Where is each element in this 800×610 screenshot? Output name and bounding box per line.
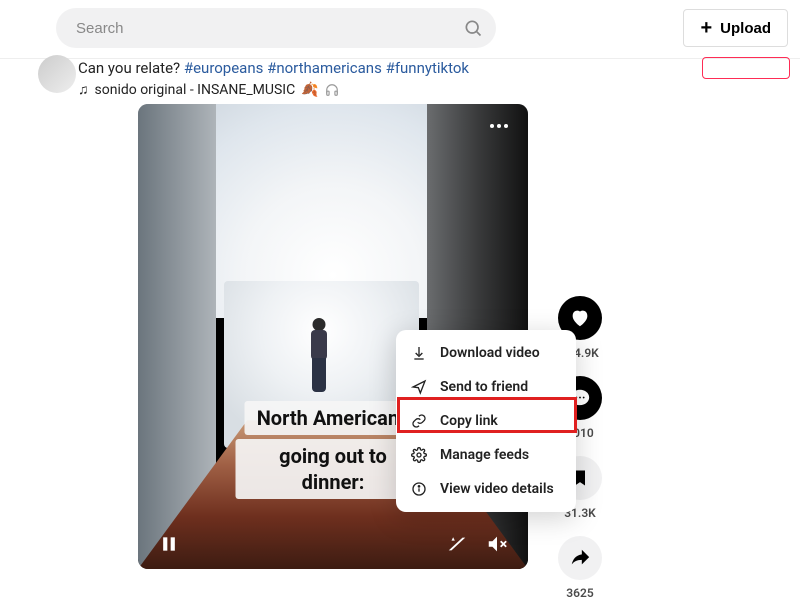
hashtag[interactable]: #europeans xyxy=(184,59,264,77)
share-count: 3625 xyxy=(566,586,593,600)
link-icon xyxy=(410,412,428,430)
post-header: Can you relate? #europeans #northamerica… xyxy=(78,59,620,98)
menu-item-copy-link[interactable]: Copy link xyxy=(396,404,576,438)
upload-button[interactable]: + Upload xyxy=(683,9,788,47)
pause-icon xyxy=(159,534,179,554)
search-button[interactable] xyxy=(456,11,490,45)
top-bar: + Upload xyxy=(0,0,800,59)
send-icon xyxy=(410,378,428,396)
share-icon xyxy=(569,547,591,569)
hashtag[interactable]: #funnytiktok xyxy=(386,59,469,77)
search-input[interactable] xyxy=(56,8,496,48)
music-line[interactable]: ♫ sonido original - INSANE_MUSIC 🍂 xyxy=(78,81,620,98)
avatar[interactable] xyxy=(38,55,76,93)
pause-button[interactable] xyxy=(156,531,182,557)
menu-item-download[interactable]: Download video xyxy=(396,336,576,370)
gear-icon xyxy=(410,446,428,464)
music-emoji: 🍂 xyxy=(301,82,318,98)
video-controls xyxy=(138,531,528,557)
search-wrap xyxy=(56,8,496,48)
menu-item-video-details[interactable]: View video details xyxy=(396,472,576,506)
more-options-button[interactable] xyxy=(484,116,514,136)
heart-icon xyxy=(569,307,591,329)
plus-icon: + xyxy=(700,18,712,38)
captions-off-button[interactable] xyxy=(444,531,470,557)
context-menu: Download video Send to friend Copy link … xyxy=(396,330,576,512)
menu-item-send[interactable]: Send to friend xyxy=(396,370,576,404)
info-icon xyxy=(410,480,428,498)
download-icon xyxy=(410,344,428,362)
follow-button[interactable] xyxy=(702,57,790,79)
search-icon xyxy=(463,18,483,38)
post-caption: Can you relate? #europeans #northamerica… xyxy=(78,59,620,77)
hashtag[interactable]: #northamericans xyxy=(267,59,382,77)
headphones-icon xyxy=(325,83,339,97)
music-label: sonido original - INSANE_MUSIC xyxy=(95,82,296,98)
mute-icon xyxy=(486,533,508,555)
upload-label: Upload xyxy=(720,20,771,37)
menu-item-manage-feeds[interactable]: Manage feeds xyxy=(396,438,576,472)
captions-off-icon xyxy=(446,533,468,555)
mute-button[interactable] xyxy=(484,531,510,557)
music-note-icon: ♫ xyxy=(78,81,89,98)
share-button[interactable] xyxy=(558,536,602,580)
